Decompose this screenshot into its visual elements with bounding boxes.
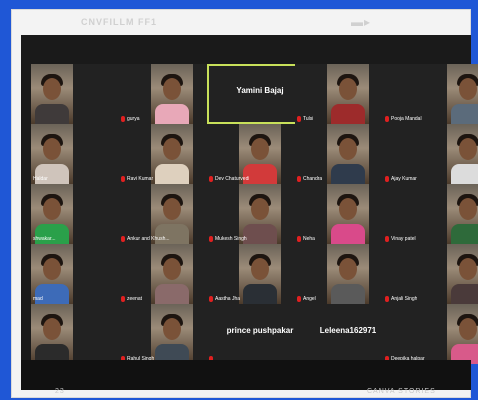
mic-muted-icon <box>297 236 301 242</box>
participant-video <box>31 124 73 184</box>
slide-frame: CNVFILLM FF1 ▬▸ gurya Yamini Bajaj Tulsi… <box>11 9 478 398</box>
participant-name-tag: Ajay Kumar <box>385 176 417 182</box>
participant-name-tag: Mukesh Singh <box>209 236 247 242</box>
mic-muted-icon <box>209 236 213 242</box>
participant-tile[interactable]: Vinay patel <box>383 184 478 244</box>
participant-video <box>239 184 281 244</box>
participant-video <box>151 184 193 244</box>
participant-name-tag: Angel <box>297 296 316 302</box>
participant-name-tag: Haldar <box>33 176 48 182</box>
mic-muted-icon <box>385 296 389 302</box>
page-number-label: 23 <box>55 388 65 395</box>
participant-name-tag: Dev Chaturvedi <box>209 176 249 182</box>
participant-video <box>327 244 369 304</box>
participant-name-tag: Ravi Kumar <box>121 176 153 182</box>
top-watermark-label: CNVFILLM FF1 <box>81 17 157 27</box>
participant-name-tag: Aastha Jha <box>209 296 240 302</box>
mic-muted-icon <box>121 176 125 182</box>
participant-tile[interactable]: Anjali Singh <box>383 244 478 304</box>
participant-grid: gurya Yamini Bajaj Tulsi Pooja Mandal Ha… <box>31 64 478 364</box>
meeting-controls-bar <box>21 360 471 390</box>
participant-video <box>31 304 73 364</box>
participant-name-tag: Pooja Mandal <box>385 116 422 122</box>
participant-name-tag: Tulsi <box>297 116 313 122</box>
participant-tile[interactable]: Deepika halpar <box>383 304 478 364</box>
participant-video <box>31 244 73 304</box>
participant-video <box>327 64 369 124</box>
participant-tile[interactable]: Pooja Mandal <box>383 64 478 124</box>
participant-video <box>151 304 193 364</box>
arrow-icon: ▬▸ <box>351 15 372 29</box>
participant-name-tag: Chandra <box>297 176 322 182</box>
mic-muted-icon <box>297 176 301 182</box>
participant-video <box>31 64 73 124</box>
participant-video <box>447 304 478 364</box>
participant-name-tag: zeenat <box>121 296 142 302</box>
mic-muted-icon <box>121 116 125 122</box>
mic-muted-icon <box>121 296 125 302</box>
participant-video <box>327 124 369 184</box>
participant-video <box>447 64 478 124</box>
top-watermark-strip: CNVFILLM FF1 ▬▸ <box>11 9 471 35</box>
participant-name-tag: gurya <box>121 116 140 122</box>
participant-video <box>239 124 281 184</box>
mic-muted-icon <box>385 116 389 122</box>
brand-watermark-label: CANVA STORIES <box>367 388 436 395</box>
mic-muted-icon <box>385 236 389 242</box>
mic-muted-icon <box>121 236 125 242</box>
participant-video <box>151 124 193 184</box>
participant-tile[interactable]: Ajay Kumar <box>383 124 478 184</box>
participant-video <box>447 244 478 304</box>
mic-muted-icon <box>385 176 389 182</box>
participant-video <box>151 244 193 304</box>
mic-muted-icon <box>209 176 213 182</box>
mic-muted-icon <box>209 296 213 302</box>
participant-name-tag: Vinay patel <box>385 236 416 242</box>
participant-name-tag: Neha <box>297 236 315 242</box>
video-meeting-window: gurya Yamini Bajaj Tulsi Pooja Mandal Ha… <box>21 35 478 390</box>
participant-name-tag: shwakar... <box>33 236 56 242</box>
participant-name-tag: Ankur and Khush... <box>121 236 170 242</box>
participant-video <box>151 64 193 124</box>
bottom-watermark-strip: 23 CANVA STORIES <box>11 388 471 398</box>
participant-video <box>327 184 369 244</box>
participant-video <box>447 184 478 244</box>
mic-muted-icon <box>297 296 301 302</box>
participant-name-tag: Anjali Singh <box>385 296 417 302</box>
participant-video <box>31 184 73 244</box>
participant-video <box>447 124 478 184</box>
mic-muted-icon <box>297 116 301 122</box>
participant-name-tag: mad <box>33 296 43 302</box>
participant-video <box>239 244 281 304</box>
